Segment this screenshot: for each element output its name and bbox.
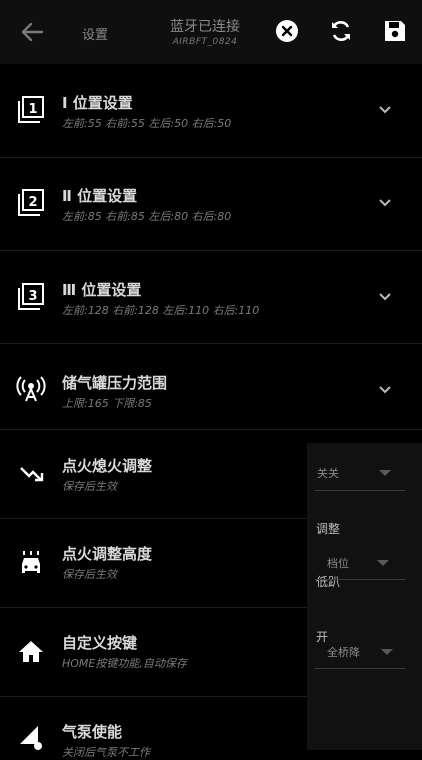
chevron-down-icon[interactable] — [381, 649, 393, 655]
row-title: 点火调整高度 — [62, 545, 153, 563]
bluetooth-status: 蓝牙已连接 — [170, 19, 240, 35]
row-subtitle: 上限:165 下限:85 — [62, 397, 152, 410]
list-item-position-1[interactable]: 1 Ⅰ 位置设置 左前:55 右前:55 左后:50 右后:50 — [0, 64, 422, 158]
row-title: Ⅲ 位置设置 — [62, 281, 142, 299]
chevron-down-icon[interactable] — [376, 194, 394, 212]
divider — [315, 668, 405, 669]
row-subtitle: 保存后生效 — [62, 568, 117, 581]
row-title: 气泵使能 — [62, 723, 123, 741]
divider — [315, 490, 405, 491]
position-2-icon: 2 — [16, 188, 46, 218]
row-subtitle: 保存后生效 — [62, 480, 117, 493]
page-title: 设置 — [82, 28, 109, 43]
device-name: AIRBFT_0824 — [172, 37, 238, 47]
close-circle-icon[interactable] — [274, 18, 300, 44]
low-label: 低趴 — [316, 575, 341, 589]
level-select-value[interactable]: 档位 — [327, 555, 349, 571]
svg-text:2: 2 — [28, 195, 37, 210]
svg-text:1: 1 — [28, 102, 37, 117]
row-subtitle: HOME按键功能,自动保存 — [62, 657, 187, 670]
chevron-down-icon[interactable] — [376, 381, 394, 399]
pump-icon — [16, 722, 46, 752]
top-bar: 设置 蓝牙已连接 AIRBFT_0824 — [0, 0, 422, 64]
position-1-icon: 1 — [16, 95, 46, 125]
tank-pressure-icon — [16, 374, 46, 404]
dropdown-panel: 关关 调整 档位 低趴 开 全桥降 — [307, 443, 422, 750]
row-title: Ⅰ 位置设置 — [62, 94, 133, 112]
position-3-icon: 3 — [16, 282, 46, 312]
list-item-tank-pressure[interactable]: 储气罐压力范围 上限:165 下限:85 — [0, 343, 422, 430]
adjust-label: 调整 — [316, 522, 341, 536]
row-title: 自定义按键 — [62, 634, 138, 652]
sync-icon[interactable] — [328, 18, 354, 44]
home-icon — [16, 637, 46, 667]
row-title: 储气罐压力范围 — [62, 374, 168, 392]
chevron-down-icon[interactable] — [376, 101, 394, 119]
ignition-icon — [16, 459, 46, 489]
row-subtitle: 左前:85 右前:85 左后:80 右后:80 — [62, 210, 232, 223]
back-arrow-icon[interactable] — [18, 18, 46, 46]
row-subtitle: 关闭后气泵不工作 — [62, 746, 150, 759]
divider — [315, 579, 405, 580]
row-subtitle: 左前:55 右前:55 左后:50 右后:50 — [62, 117, 232, 130]
list-item-position-2[interactable]: 2 Ⅱ 位置设置 左前:85 右前:85 左后:80 右后:80 — [0, 157, 422, 251]
chevron-down-icon[interactable] — [377, 560, 389, 566]
ignition-select-value[interactable]: 关关 — [317, 465, 339, 481]
row-title: 点火熄火调整 — [62, 457, 153, 475]
chevron-down-icon[interactable] — [379, 470, 391, 476]
car-height-icon — [16, 548, 46, 578]
list-item-position-3[interactable]: 3 Ⅲ 位置设置 左前:128 右前:128 左后:110 右后:110 — [0, 250, 422, 344]
bridge-select-value[interactable]: 全桥降 — [327, 644, 360, 660]
svg-text:3: 3 — [28, 289, 37, 304]
row-subtitle: 左前:128 右前:128 左后:110 右后:110 — [62, 304, 260, 317]
row-title: Ⅱ 位置设置 — [62, 187, 138, 205]
save-icon[interactable] — [382, 18, 408, 44]
chevron-down-icon[interactable] — [376, 288, 394, 306]
open-label: 开 — [316, 630, 329, 644]
